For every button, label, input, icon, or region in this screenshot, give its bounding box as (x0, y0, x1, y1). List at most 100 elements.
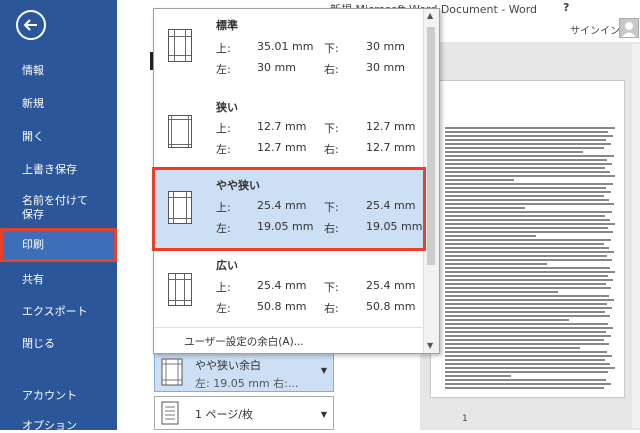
preview-text-line (445, 315, 610, 317)
preview-text-line (445, 287, 611, 289)
option-title: 広い (216, 259, 238, 272)
margin-option-wide[interactable]: 広い 上: 25.4 mm 下: 25.4 mm 左: 50.8 mm 右: 5… (154, 251, 424, 327)
value-left: 12.7 mm (257, 141, 307, 154)
nav-save[interactable]: 上書き保存 (0, 162, 117, 177)
value-bottom: 30 mm (366, 40, 405, 53)
preview-text-line (445, 143, 611, 145)
preview-text-line (445, 139, 606, 141)
preview-text-line (445, 379, 606, 381)
nav-save-as-line2[interactable]: 保存 (0, 207, 117, 222)
value-left: 30 mm (257, 61, 296, 74)
preview-text-line (445, 351, 607, 353)
value-left: 50.8 mm (257, 300, 307, 313)
preview-text-line (445, 231, 613, 233)
preview-text-line (445, 291, 558, 293)
preview-text-line (445, 203, 614, 205)
value-right: 30 mm (366, 61, 405, 74)
pages-per-sheet-button[interactable]: 1 ページ/枚 ▼ (154, 396, 334, 430)
chevron-down-icon: ▼ (320, 366, 327, 375)
nav-options[interactable]: オプション (0, 418, 117, 433)
preview-text-line (445, 211, 612, 213)
preview-text-line (445, 283, 606, 285)
preview-text-line (445, 371, 608, 373)
preview-scrollbar[interactable] (632, 44, 640, 428)
label-top: 上: (216, 201, 231, 214)
margins-button-title: やや狭い余白 (195, 359, 261, 372)
value-left: 19.05 mm (257, 220, 314, 233)
label-top: 上: (216, 42, 231, 55)
margin-option-narrow[interactable]: 狭い 上: 12.7 mm 下: 12.7 mm 左: 12.7 mm 右: 1… (154, 89, 424, 167)
preview-text-line (445, 319, 569, 321)
margin-normal-icon (168, 29, 192, 62)
help-icon[interactable]: ? (563, 1, 569, 14)
preview-text-line (445, 235, 536, 237)
preview-text-line (445, 331, 606, 333)
popup-scrollbar[interactable]: ▲ ▼ (423, 9, 439, 353)
margin-option-moderate[interactable]: やや狭い 上: 25.4 mm 下: 25.4 mm 左: 19.05 mm 右… (152, 167, 426, 251)
nav-export[interactable]: エクスポート (0, 304, 117, 319)
preview-text-line (445, 147, 604, 149)
preview-text-line (445, 363, 610, 365)
margin-narrow-icon (168, 115, 192, 148)
nav-open[interactable]: 開く (0, 129, 117, 144)
preview-text-line (445, 263, 547, 265)
value-right: 19.05 mm (366, 220, 423, 233)
label-right: 右: (324, 143, 339, 156)
preview-text-line (445, 159, 607, 161)
nav-account[interactable]: アカウント (0, 388, 117, 403)
preview-text-line (445, 339, 604, 341)
preview-text-line (445, 215, 605, 217)
preview-text-line (445, 275, 608, 277)
preview-text-line (445, 127, 615, 129)
preview-text-line (445, 383, 611, 385)
nav-print[interactable]: 印刷 (0, 228, 117, 262)
nav-save-as-line1[interactable]: 名前を付けて (0, 193, 117, 208)
margins-dropdown-button[interactable]: やや狭い余白 左: 19.05 mm 右:... ▼ (154, 352, 334, 392)
sign-in-link[interactable]: サインイン (570, 22, 620, 37)
preview-text-line (445, 347, 580, 349)
nav-share[interactable]: 共有 (0, 272, 117, 287)
preview-text-line (445, 223, 615, 225)
preview-text-line (445, 375, 511, 377)
preview-text-line (445, 207, 525, 209)
back-arrow-icon[interactable] (16, 10, 46, 40)
label-top: 上: (216, 281, 231, 294)
preview-text-line (445, 387, 604, 389)
preview-text-line (445, 307, 612, 309)
preview-text-line (445, 295, 609, 297)
label-bottom: 下: (324, 42, 339, 55)
preview-text-line (445, 227, 608, 229)
preview-text-line (445, 259, 612, 261)
preview-text-line (445, 219, 610, 221)
label-top: 上: (216, 122, 231, 135)
popup-divider (154, 327, 424, 328)
margin-moderate-icon (168, 191, 192, 224)
preview-text-line (445, 239, 611, 241)
margins-dropdown-popup: ▲ ▼ 標準 上: 35.01 mm 下: 30 mm 左: 30 mm 右: … (152, 8, 440, 354)
preview-text-line (445, 251, 614, 253)
label-right: 右: (324, 302, 339, 315)
scroll-thumb[interactable] (427, 27, 435, 265)
scroll-up-icon[interactable]: ▲ (427, 11, 433, 20)
avatar[interactable] (619, 18, 639, 38)
custom-margins-link[interactable]: ユーザー設定の余白(A)... (184, 334, 304, 349)
chevron-down-icon: ▼ (320, 410, 327, 419)
value-bottom: 25.4 mm (366, 279, 416, 292)
label-left: 左: (216, 222, 231, 235)
margin-wide-icon (168, 273, 192, 306)
value-right: 12.7 mm (366, 141, 416, 154)
preview-text-line (445, 311, 605, 313)
preview-text-line (445, 303, 607, 305)
preview-text-line (445, 267, 610, 269)
preview-text-line (445, 335, 611, 337)
nav-info[interactable]: 情報 (0, 63, 117, 78)
label-bottom: 下: (324, 281, 339, 294)
preview-text-line (445, 247, 609, 249)
value-bottom: 12.7 mm (366, 120, 416, 133)
margin-option-normal[interactable]: 標準 上: 35.01 mm 下: 30 mm 左: 30 mm 右: 30 m… (154, 9, 424, 87)
backstage-sidebar: 情報 新規 開く 上書き保存 名前を付けて 保存 印刷 共有 エクスポート 閉じ… (0, 0, 117, 433)
nav-new[interactable]: 新規 (0, 96, 117, 111)
pages-per-sheet-label: 1 ページ/枚 (195, 408, 253, 421)
scroll-down-icon[interactable]: ▼ (427, 341, 433, 350)
nav-close[interactable]: 閉じる (0, 336, 117, 351)
